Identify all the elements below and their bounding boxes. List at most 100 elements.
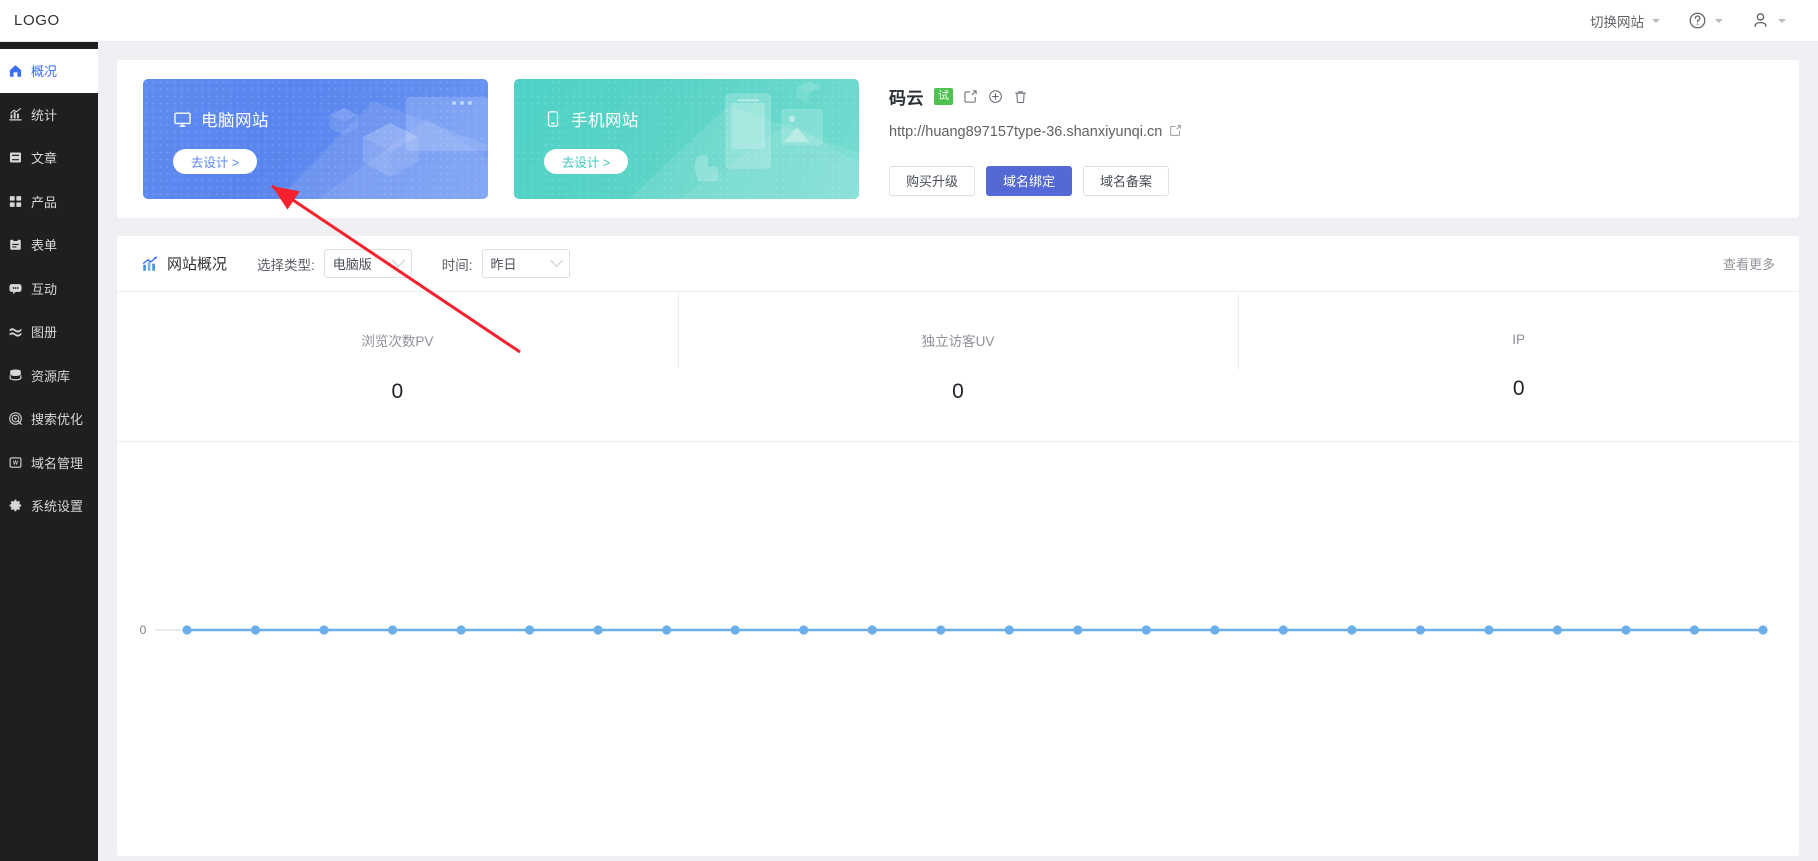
sidebar-item-0[interactable]: 概况	[0, 49, 98, 93]
app-logo[interactable]: LOGO	[14, 12, 60, 29]
chart-data-point[interactable]	[456, 625, 466, 635]
site-name: 码云	[889, 89, 924, 108]
banner-mobile-site[interactable]: 手机网站 去设计 >	[514, 79, 859, 199]
type-select[interactable]: 电脑版	[323, 249, 412, 278]
y-axis-tick-label: 0	[140, 623, 147, 637]
banner-illustration	[629, 81, 859, 199]
sidebar-item-2[interactable]: 文章	[0, 136, 98, 180]
external-link-icon[interactable]	[1169, 124, 1182, 141]
plus-circle-icon[interactable]	[988, 89, 1003, 104]
site-info-panel: 码云 试 http://huang897157type-36.shanxiyun…	[889, 83, 1182, 196]
sidebar-item-5[interactable]: 互动	[0, 267, 98, 311]
chart-data-point[interactable]	[1347, 625, 1357, 635]
sidebar-nav: 概况统计文章产品表单 互动图册资源库搜索优化 W 域名管理系统设置	[0, 42, 98, 861]
top-header: LOGO 切换网站	[0, 0, 1818, 42]
overview-title-row: 网站概况	[141, 253, 227, 274]
banner-desktop-design-button[interactable]: 去设计 >	[173, 149, 257, 174]
trash-icon[interactable]	[1013, 89, 1028, 104]
chart-data-point[interactable]	[1278, 625, 1288, 635]
site-url-text[interactable]: http://huang897157type-36.shanxiyunqi.cn	[889, 124, 1162, 140]
chart-data-point[interactable]	[799, 625, 809, 635]
chart-icon	[7, 106, 24, 123]
buy-upgrade-button[interactable]: 购买升级	[889, 165, 976, 196]
chart-data-point[interactable]	[1004, 625, 1014, 635]
chevron-down-icon	[1778, 18, 1786, 23]
banner-dot-pattern	[143, 79, 488, 199]
chart-data-point[interactable]	[1621, 625, 1631, 635]
time-filter: 时间: 昨日	[442, 249, 570, 278]
site-url-row: http://huang897157type-36.shanxiyunqi.cn	[889, 124, 1182, 141]
album-icon	[7, 323, 24, 340]
chart-data-point[interactable]	[593, 625, 603, 635]
chart-data-point[interactable]	[936, 625, 946, 635]
sidebar-item-label: 概况	[31, 64, 58, 80]
sidebar-item-6[interactable]: 图册	[0, 310, 98, 354]
banner-mobile-design-button[interactable]: 去设计 >	[544, 149, 628, 174]
sidebar-item-3[interactable]: 产品	[0, 180, 98, 224]
chart-data-point[interactable]	[525, 625, 535, 635]
status-badge: 试	[934, 88, 953, 105]
user-avatar-icon	[1751, 11, 1770, 30]
sidebar-item-label: 统计	[31, 107, 58, 123]
switch-site-menu[interactable]: 切换网站	[1576, 0, 1674, 42]
chart-data-point[interactable]	[319, 625, 329, 635]
overview-toolbar: 网站概况 选择类型: 电脑版 时间: 昨日 查看更多	[117, 236, 1799, 292]
sidebar-item-8[interactable]: 搜索优化	[0, 397, 98, 441]
stat-label: IP	[1512, 332, 1526, 347]
edit-square-icon[interactable]	[963, 89, 978, 104]
sidebar-item-label: 产品	[31, 194, 58, 210]
chart-data-point[interactable]	[867, 625, 877, 635]
chart-canvas: 0	[140, 623, 1768, 637]
chart-data-point[interactable]	[1415, 625, 1425, 635]
view-more-link[interactable]: 查看更多	[1723, 254, 1775, 273]
chart-data-point[interactable]	[1073, 625, 1083, 635]
question-circle-icon	[1688, 11, 1707, 30]
header-actions: 切换网站	[1576, 0, 1800, 42]
type-filter-label: 选择类型:	[257, 257, 315, 273]
chart-data-point[interactable]	[250, 625, 261, 635]
chart-data-point[interactable]	[730, 625, 740, 635]
desktop-monitor-icon	[173, 110, 192, 129]
stat-value: 0	[1512, 377, 1525, 400]
overview-line-chart: 0	[117, 442, 1799, 854]
overview-stats-row: 浏览次数PV 0 独立访客UV 0 IP 0	[117, 291, 1799, 442]
sidebar-item-9[interactable]: W 域名管理	[0, 441, 98, 485]
chart-data-point[interactable]	[1552, 625, 1563, 635]
help-menu[interactable]	[1674, 0, 1737, 42]
sidebar-item-10[interactable]: 系统设置	[0, 484, 98, 528]
time-filter-label: 时间:	[441, 257, 473, 273]
bind-domain-button[interactable]: 域名绑定	[986, 165, 1073, 196]
chevron-down-icon	[391, 254, 405, 268]
overview-chart-card: 网站概况 选择类型: 电脑版 时间: 昨日 查看更多 浏览次数PV 0 独立访客UV…	[117, 236, 1799, 856]
sidebar-item-label: 系统设置	[31, 499, 84, 515]
site-action-buttons: 购买升级 域名绑定 域名备案	[889, 165, 1182, 196]
user-menu[interactable]	[1737, 0, 1800, 42]
sidebar-item-label: 搜索优化	[31, 412, 84, 428]
banner-mobile-title-row: 手机网站	[544, 107, 639, 131]
time-select-value: 昨日	[490, 257, 517, 272]
banner-title-text: 电脑网站	[201, 112, 269, 130]
sidebar-item-1[interactable]: 统计	[0, 93, 98, 137]
domain-filing-button[interactable]: 域名备案	[1083, 165, 1170, 196]
switch-site-label: 切换网站	[1590, 14, 1644, 30]
grid-icon	[7, 193, 24, 210]
chart-data-point[interactable]	[1210, 625, 1220, 635]
chart-data-point[interactable]	[662, 625, 672, 635]
sidebar-item-4[interactable]: 表单	[0, 223, 98, 267]
stat-block: 浏览次数PV 0	[117, 330, 678, 404]
sidebar-item-7[interactable]: 资源库	[0, 354, 98, 398]
chart-data-point[interactable]	[182, 625, 192, 635]
stat-label: 独立访客UV	[921, 333, 995, 349]
database-icon	[7, 367, 24, 384]
banner-desktop-title-row: 电脑网站	[173, 107, 269, 131]
time-select[interactable]: 昨日	[481, 249, 570, 278]
chart-data-point[interactable]	[1484, 625, 1494, 635]
banner-desktop-site[interactable]: 电脑网站 去设计 >	[143, 79, 488, 199]
overview-title-text: 网站概况	[167, 256, 228, 273]
chart-data-point[interactable]	[1689, 625, 1700, 635]
sidebar-item-label: 图册	[31, 325, 58, 341]
svg-text:W: W	[13, 460, 18, 466]
chart-data-point[interactable]	[1141, 625, 1151, 635]
chart-data-point[interactable]	[1758, 625, 1768, 635]
chart-data-point[interactable]	[387, 625, 398, 635]
